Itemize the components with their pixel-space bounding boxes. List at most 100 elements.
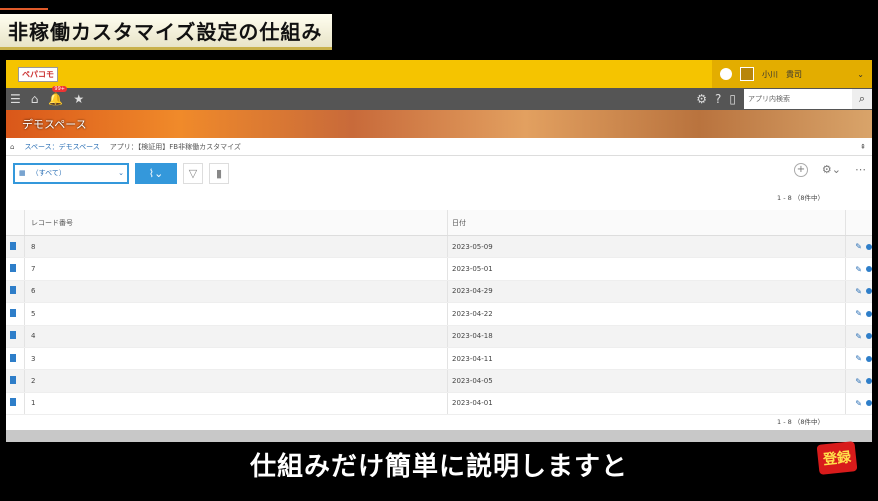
user-name: 小川 貴司 xyxy=(762,69,802,79)
table-row[interactable]: 3 2023-04-11 ✎ xyxy=(6,347,872,371)
date-cell: 2023-05-01 xyxy=(447,258,845,280)
document-icon[interactable] xyxy=(10,264,16,273)
more-options-icon[interactable] xyxy=(866,243,872,250)
edit-icon[interactable]: ✎ xyxy=(855,354,862,363)
avatar xyxy=(740,67,754,81)
more-options-icon[interactable] xyxy=(866,266,872,273)
document-icon[interactable] xyxy=(10,241,16,250)
app-logo[interactable]: ペパコモ xyxy=(18,66,58,82)
table-row[interactable]: 4 2023-04-18 ✎ xyxy=(6,325,872,348)
video-title: 非稼働カスタマイズ設定の仕組み xyxy=(8,20,323,44)
record-number-cell: 8 xyxy=(24,236,447,258)
more-options-icon[interactable] xyxy=(866,400,872,407)
filter-button[interactable]: ▽ xyxy=(183,162,203,184)
edit-icon[interactable]: ✎ xyxy=(855,332,862,341)
edit-icon[interactable]: ✎ xyxy=(855,399,862,408)
view-selector[interactable]: ▦ （すべて） ⌄ xyxy=(13,162,129,184)
date-cell: 2023-04-18 xyxy=(447,325,845,347)
pagination-bottom: 1 - 8 （8件中） xyxy=(777,418,824,426)
scrollbar[interactable] xyxy=(6,430,872,442)
more-options-icon[interactable] xyxy=(866,333,872,340)
date-cell: 2023-04-22 xyxy=(447,303,845,325)
record-number-cell: 2 xyxy=(24,370,447,392)
more-options-icon[interactable] xyxy=(866,288,872,295)
gear-icon[interactable]: ⚙ xyxy=(696,92,707,106)
table-icon: ▦ xyxy=(19,169,26,177)
table-row[interactable]: 1 2023-04-01 ✎ xyxy=(6,392,872,416)
graph-button[interactable]: ⌇⌄ xyxy=(135,162,177,184)
search-icon[interactable]: ⌕ xyxy=(852,89,872,109)
table-row[interactable]: 8 2023-05-09 ✎ xyxy=(6,236,872,259)
bar-chart-icon: ▮ xyxy=(215,166,223,180)
records-table: レコード番号 日付 8 2023-05-09 ✎ 7 2023-05-01 ✎ 6 2023-… xyxy=(6,210,872,416)
video-title-banner: 非稼働カスタマイズ設定の仕組み xyxy=(0,14,333,50)
app-window: ペパコモ 小川 貴司 ⌄ ☰ ⌂ 🔔 99+ ★ ⚙ ? ▯ アプリ内検索 ⌕ デ… xyxy=(6,60,872,442)
table-row[interactable]: 6 2023-04-29 ✎ xyxy=(6,280,872,304)
toolbar: ▦ （すべて） ⌄ ⌇⌄ ▽ ▮ + ⚙⌄ ⋯ xyxy=(6,156,872,190)
pin-icon[interactable]: ⇞ xyxy=(860,143,866,151)
more-icon[interactable]: ⋯ xyxy=(855,163,866,177)
table-header: レコード番号 日付 xyxy=(6,210,872,236)
date-cell: 2023-05-09 xyxy=(447,236,845,258)
space-header: デモスペース xyxy=(6,110,872,138)
home-icon[interactable]: ⌂ xyxy=(10,143,14,151)
column-header-record-number[interactable]: レコード番号 xyxy=(24,210,447,235)
gear-icon[interactable]: ⚙⌄ xyxy=(822,163,841,177)
graph-icon: ⌇⌄ xyxy=(148,166,164,180)
more-options-icon[interactable] xyxy=(866,310,872,317)
more-options-icon[interactable] xyxy=(866,355,872,362)
date-cell: 2023-04-11 xyxy=(447,347,845,370)
breadcrumb-app: アプリ：【検証用】FB非稼働カスタマイズ xyxy=(109,142,241,151)
menu-icon[interactable]: ☰ xyxy=(10,92,21,106)
title-accent-line xyxy=(0,8,48,10)
help-icon[interactable]: ? xyxy=(715,92,721,106)
top-header: ペパコモ 小川 貴司 ⌄ xyxy=(6,60,872,88)
edit-icon[interactable]: ✎ xyxy=(855,287,862,296)
chevron-down-icon[interactable]: ⌄ xyxy=(857,70,864,79)
record-number-cell: 7 xyxy=(24,258,447,280)
pagination-top: 1 - 8 （8件中） xyxy=(777,194,824,202)
document-icon[interactable] xyxy=(10,376,16,385)
mobile-icon[interactable]: ▯ xyxy=(729,92,736,106)
edit-icon[interactable]: ✎ xyxy=(855,242,862,251)
breadcrumb: ⌂ スペース：デモスペース アプリ：【検証用】FB非稼働カスタマイズ ⇞ xyxy=(6,138,872,156)
date-cell: 2023-04-05 xyxy=(447,370,845,392)
date-cell: 2023-04-29 xyxy=(447,280,845,303)
document-icon[interactable] xyxy=(10,286,16,295)
navigation-bar: ☰ ⌂ 🔔 99+ ★ ⚙ ? ▯ アプリ内検索 ⌕ xyxy=(6,86,872,110)
view-label: （すべて） xyxy=(31,169,66,177)
column-header-date[interactable]: 日付 xyxy=(447,210,845,235)
record-number-cell: 5 xyxy=(24,303,447,325)
more-options-icon[interactable] xyxy=(866,378,872,385)
document-icon[interactable] xyxy=(10,308,16,317)
table-row[interactable]: 7 2023-05-01 ✎ xyxy=(6,258,872,281)
table-row[interactable]: 5 2023-04-22 ✎ xyxy=(6,303,872,326)
notification-badge: 99+ xyxy=(52,86,67,92)
chevron-down-icon: ⌄ xyxy=(118,169,124,177)
home-icon[interactable]: ⌂ xyxy=(31,92,39,106)
record-number-cell: 1 xyxy=(24,392,447,415)
record-number-cell: 3 xyxy=(24,347,447,370)
edit-icon[interactable]: ✎ xyxy=(855,265,862,274)
edit-icon[interactable]: ✎ xyxy=(855,309,862,318)
star-icon[interactable]: ★ xyxy=(73,92,84,106)
chart-button[interactable]: ▮ xyxy=(209,162,229,184)
subscribe-badge[interactable]: 登録 xyxy=(816,441,858,475)
add-record-button[interactable]: + xyxy=(793,163,808,177)
edit-icon[interactable]: ✎ xyxy=(855,377,862,386)
record-number-cell: 4 xyxy=(24,325,447,347)
document-icon[interactable] xyxy=(10,331,16,340)
filter-icon: ▽ xyxy=(188,166,198,180)
document-icon[interactable] xyxy=(10,398,16,407)
date-cell: 2023-04-01 xyxy=(447,392,845,415)
breadcrumb-space[interactable]: スペース：デモスペース xyxy=(24,142,99,152)
user-menu[interactable]: 小川 貴司 ⌄ xyxy=(712,60,872,88)
record-number-cell: 6 xyxy=(24,280,447,303)
table-row[interactable]: 2 2023-04-05 ✎ xyxy=(6,370,872,393)
video-subtitle: 仕組みだけ簡単に説明しますと xyxy=(249,452,628,482)
space-title: デモスペース xyxy=(22,118,87,131)
account-icon[interactable] xyxy=(720,68,732,80)
search-input[interactable]: アプリ内検索 xyxy=(744,89,852,109)
notification-icon[interactable]: 🔔 99+ xyxy=(48,86,67,106)
document-icon[interactable] xyxy=(10,353,16,362)
